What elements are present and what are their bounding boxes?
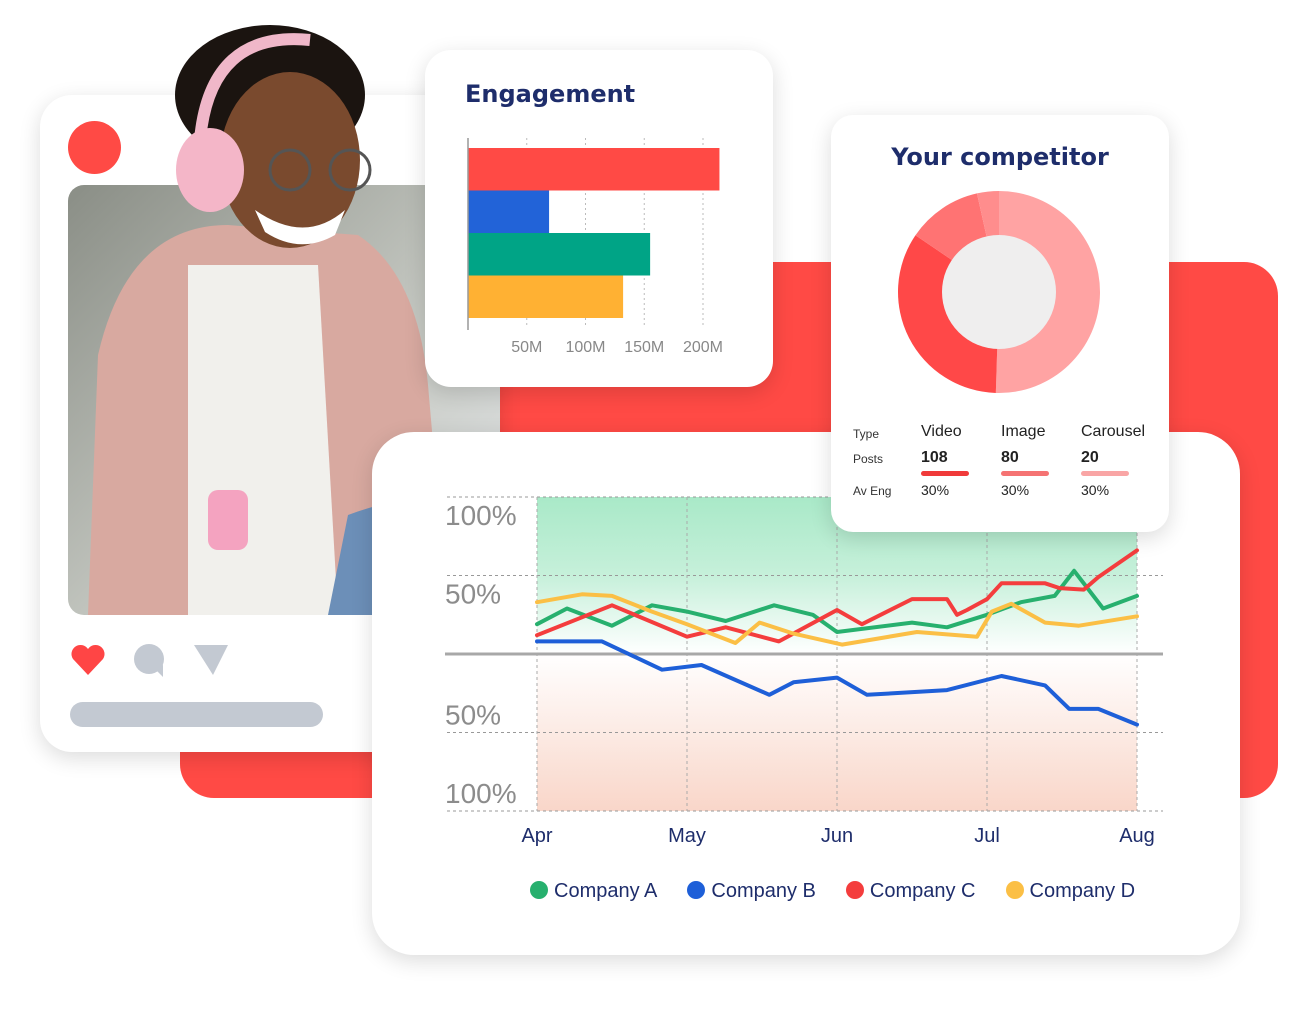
comment-icon[interactable] <box>133 643 167 679</box>
legend-label: Company A <box>554 880 658 902</box>
legend-dot-icon <box>687 881 706 899</box>
x-tick-label: Aug <box>1119 825 1155 847</box>
posts-underline <box>1081 471 1129 476</box>
bar-company-c <box>468 148 720 191</box>
x-tick-label: Jun <box>821 825 853 847</box>
send-icon[interactable] <box>193 643 229 677</box>
x-tick-label: May <box>668 825 706 847</box>
legend-dot-icon <box>845 881 864 899</box>
x-tick-label: 200M <box>683 339 723 356</box>
row-label-posts: Posts <box>853 452 884 466</box>
legend-label: Company C <box>869 880 976 902</box>
x-tick-label: Jul <box>974 825 1000 847</box>
bar-company-b <box>468 190 550 233</box>
x-tick-label: 100M <box>565 339 605 356</box>
bar-company-a <box>468 233 651 276</box>
y-tick-label: 50% <box>445 700 501 731</box>
chart-legend: Company A Company B Company C Company D <box>530 880 1165 903</box>
x-tick-label: 50M <box>511 339 542 356</box>
posts-video: 108 <box>921 449 948 466</box>
type-image: Image <box>1001 423 1046 440</box>
av-eng-image: 30% <box>1001 482 1030 498</box>
profile-avatar-dot <box>68 121 121 174</box>
competitor-card: Your competitor Type Posts Av Eng Video … <box>831 115 1169 532</box>
legend-dot-icon <box>530 881 548 899</box>
legend-item: Company C <box>845 880 976 902</box>
x-tick-label: 150M <box>624 339 664 356</box>
type-carousel: Carousel <box>1081 423 1146 440</box>
legend-item: Company D <box>1005 880 1136 902</box>
posts-underline <box>1001 471 1049 476</box>
heart-icon[interactable] <box>70 643 106 677</box>
caption-placeholder <box>70 702 323 727</box>
engagement-bar-chart: 50M 100M 150M 200M <box>467 138 723 356</box>
legend-item: Company A <box>530 880 657 902</box>
x-tick-label: Apr <box>521 825 552 847</box>
legend-dot-icon <box>1005 881 1024 899</box>
engagement-card: Engagement 50M 100M 150M 200M <box>425 50 773 387</box>
posts-image: 80 <box>1001 449 1019 466</box>
legend-label: Company D <box>1029 880 1136 902</box>
av-eng-carousel: 30% <box>1081 482 1110 498</box>
type-video: Video <box>921 423 962 440</box>
y-tick-label: 100% <box>445 778 517 809</box>
y-tick-label: 100% <box>445 500 517 531</box>
legend-item: Company B <box>687 880 816 902</box>
av-eng-video: 30% <box>921 482 950 498</box>
posts-carousel: 20 <box>1081 449 1099 466</box>
bar-company-d <box>468 275 624 318</box>
person-head <box>175 25 372 248</box>
y-tick-label: 50% <box>445 579 501 610</box>
row-label-av-eng: Av Eng <box>853 484 892 498</box>
legend-label: Company B <box>711 880 816 902</box>
posts-underline <box>921 471 969 476</box>
competitor-table: Type Posts Av Eng Video 108 30% Image 80 … <box>831 115 1169 532</box>
row-label-type: Type <box>853 427 880 441</box>
